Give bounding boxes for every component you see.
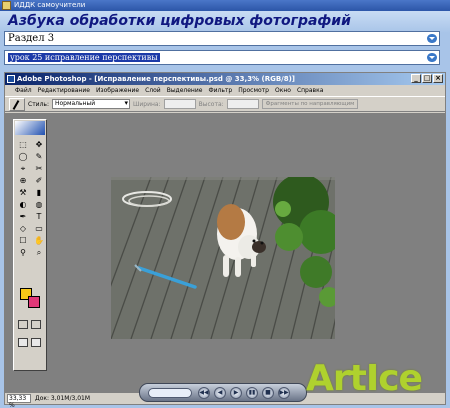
height-label: Высота: — [198, 100, 224, 108]
workspace: ⬚ ✥ ◯ ✎ ⌖ ✂ ⊕ ✐ ⚒ ▮ ◐ ◍ ✒ T ◇ ▭ ☐ ✋ ⚲ ⌕ — [5, 113, 445, 393]
tool-icon[interactable]: ⊕ — [17, 176, 29, 185]
slices-from-guides-button[interactable]: Фрагменты по направляющим — [261, 99, 359, 109]
menu-image[interactable]: Изображение — [96, 87, 139, 94]
menu-view[interactable]: Просмотр — [238, 87, 269, 94]
menu-help[interactable]: Справка — [297, 87, 323, 94]
lesson-select-value: урок 25 исправление перспективы — [8, 53, 160, 62]
photoshop-title: Adobe Photoshop - [Исправление перспекти… — [17, 75, 296, 83]
tool-icon[interactable]: ✒ — [17, 212, 29, 221]
menu-filter[interactable]: Фильтр — [208, 87, 232, 94]
banner-title: Азбука обработки цифровых фотографий — [8, 13, 351, 29]
screen-mode-full-icon[interactable] — [31, 338, 41, 347]
style-select[interactable]: Нормальный — [51, 99, 130, 109]
menu-bar: Файл Редактирование Изображение Слой Выд… — [5, 85, 445, 96]
chevron-down-icon[interactable] — [427, 53, 437, 62]
tool-icon[interactable]: ◐ — [17, 200, 29, 209]
background-color-swatch[interactable] — [28, 296, 40, 308]
zoom-field[interactable]: 33,33 % — [7, 394, 31, 408]
play-button[interactable]: ▶ — [230, 387, 242, 399]
screen-mode-standard-icon[interactable] — [18, 338, 28, 347]
standard-mode-icon[interactable] — [18, 320, 28, 329]
photoshop-icon — [7, 75, 15, 83]
menu-file[interactable]: Файл — [15, 87, 32, 94]
step-back-button[interactable]: ◀ — [214, 387, 226, 399]
pause-button[interactable]: ▮▮ — [246, 387, 258, 399]
chevron-down-icon[interactable] — [427, 34, 437, 43]
minimize-button[interactable]: _ — [411, 74, 421, 83]
style-label: Стиль: — [28, 100, 49, 108]
quick-mask-icon[interactable] — [31, 320, 41, 329]
maximize-button[interactable]: □ — [422, 74, 432, 83]
menu-layer[interactable]: Слой — [145, 87, 161, 94]
tool-icon[interactable]: ⌕ — [33, 248, 45, 257]
photoshop-window: Adobe Photoshop - [Исправление перспекти… — [4, 72, 446, 408]
height-field[interactable] — [226, 99, 259, 109]
rewind-button[interactable]: ◀◀ — [198, 387, 210, 399]
toolbox: ⬚ ✥ ◯ ✎ ⌖ ✂ ⊕ ✐ ⚒ ▮ ◐ ◍ ✒ T ◇ ▭ ☐ ✋ ⚲ ⌕ — [13, 119, 47, 371]
fast-forward-button[interactable]: ▶▶ — [278, 387, 290, 399]
options-bar: Стиль: Нормальный Ширина: Высота: Фрагме… — [5, 96, 445, 112]
tool-icon[interactable]: ✂ — [33, 164, 45, 173]
tool-icon[interactable]: ☐ — [17, 236, 29, 245]
width-field[interactable] — [163, 99, 196, 109]
tool-icon[interactable]: ✥ — [33, 140, 45, 149]
tool-icon[interactable]: ▭ — [33, 224, 45, 233]
menu-window[interactable]: Окно — [275, 87, 291, 94]
width-label: Ширина: — [132, 100, 161, 108]
tool-icon[interactable]: ✋ — [33, 236, 45, 245]
tool-icon[interactable]: ⌖ — [17, 164, 29, 173]
close-button[interactable]: × — [433, 74, 443, 83]
menu-edit[interactable]: Редактирование — [38, 87, 90, 94]
photoshop-title-bar[interactable]: Adobe Photoshop - [Исправление перспекти… — [5, 73, 445, 85]
document-canvas[interactable] — [111, 177, 335, 339]
tool-icon[interactable]: ▮ — [33, 188, 45, 197]
tool-grid: ⬚ ✥ ◯ ✎ ⌖ ✂ ⊕ ✐ ⚒ ▮ ◐ ◍ ✒ T ◇ ▭ ☐ ✋ ⚲ ⌕ — [17, 140, 45, 257]
lesson-select[interactable]: урок 25 исправление перспективы — [4, 50, 440, 65]
photo-deck-bulldog — [111, 177, 335, 339]
stop-button[interactable]: ■ — [262, 387, 274, 399]
watermark-logo: ArtIce — [306, 358, 423, 399]
banner: Азбука обработки цифровых фотографий — [0, 11, 450, 33]
section-select[interactable]: Раздел 3 — [4, 31, 440, 46]
media-player: ◀◀ ◀ ▶ ▮▮ ■ ▶▶ — [139, 383, 307, 402]
tool-icon[interactable]: ◯ — [17, 152, 29, 161]
seek-slider[interactable] — [148, 388, 192, 398]
slice-tool-preset-icon[interactable] — [9, 97, 25, 111]
section-select-value: Раздел 3 — [8, 33, 55, 44]
doc-size: Док: 3,01М/3,01М — [35, 395, 91, 402]
tool-icon[interactable]: ⬚ — [17, 140, 29, 149]
window-title-bar[interactable]: ИДДК самоучители — [0, 0, 450, 11]
window-title: ИДДК самоучители — [14, 1, 86, 9]
toolbox-header-logo — [15, 121, 45, 135]
tool-icon[interactable]: ✐ — [33, 176, 45, 185]
tool-icon[interactable]: ⚒ — [17, 188, 29, 197]
tool-icon[interactable]: ✎ — [33, 152, 45, 161]
menu-select[interactable]: Выделение — [167, 87, 203, 94]
tool-icon[interactable]: T — [33, 212, 45, 221]
app-icon — [2, 1, 11, 10]
tool-icon[interactable]: ◍ — [33, 200, 45, 209]
tool-icon[interactable]: ⚲ — [17, 248, 29, 257]
tool-icon[interactable]: ◇ — [17, 224, 29, 233]
app-window: ИДДК самоучители Азбука обработки цифров… — [0, 0, 450, 408]
